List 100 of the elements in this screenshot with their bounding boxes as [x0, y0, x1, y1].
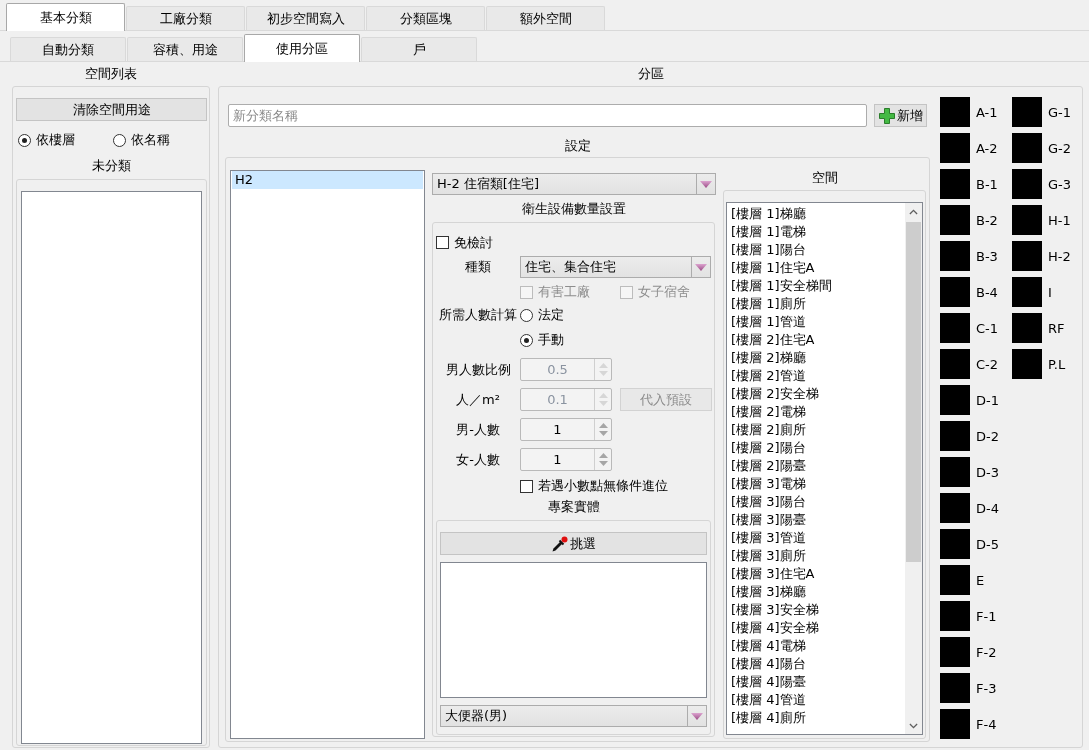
radio-button[interactable]	[18, 133, 31, 147]
radio-button[interactable]	[520, 333, 533, 347]
chevron-down-icon[interactable]	[909, 722, 918, 729]
caret-down-icon[interactable]	[700, 180, 712, 188]
field-label: 人／m²	[455, 390, 501, 409]
list-item[interactable]: [樓層 1]電梯	[728, 223, 904, 241]
spin-box[interactable]: 1	[520, 448, 612, 471]
tab[interactable]: 容積、用途	[127, 37, 243, 61]
add-button[interactable]: 新增	[874, 104, 927, 127]
eyedropper-icon[interactable]	[551, 535, 568, 552]
tab[interactable]: 使用分區	[244, 34, 360, 62]
tab[interactable]: 初步空間寫入	[246, 6, 365, 30]
field-label: 種類	[464, 258, 492, 276]
spin-box[interactable]: 1	[520, 418, 612, 441]
swatch-label: H-2	[1048, 248, 1071, 264]
swatch-label: E	[976, 572, 985, 588]
list-box[interactable]: H2	[230, 170, 425, 739]
swatch-label: C-1	[976, 320, 999, 336]
text-field[interactable]: 新分類名稱	[228, 104, 867, 127]
swatch-label: H-1	[1048, 212, 1071, 228]
plus-icon[interactable]	[878, 107, 895, 124]
list-item[interactable]: [樓層 1]陽台	[728, 241, 904, 259]
list-item[interactable]: [樓層 3]廁所	[728, 547, 904, 565]
checkbox-label: 免檢討	[454, 233, 493, 252]
caret-up-icon[interactable]	[598, 452, 608, 458]
tab[interactable]: 額外空間	[486, 6, 605, 30]
list-item[interactable]: [樓層 3]安全梯	[728, 601, 904, 619]
swatch-label: I	[1048, 284, 1052, 300]
list-item[interactable]: [樓層 4]電梯	[728, 637, 904, 655]
swatch-label: B-2	[976, 212, 998, 228]
list-item[interactable]: [樓層 2]住宅A	[728, 331, 904, 349]
list-title: 未分類	[91, 157, 132, 175]
radio-label: 依名稱	[131, 131, 170, 149]
list-item[interactable]: [樓層 3]陽台	[728, 493, 904, 511]
pick-button[interactable]: 挑選	[440, 532, 707, 555]
list-item[interactable]: [樓層 3]管道	[728, 529, 904, 547]
list-item[interactable]: H2	[232, 171, 423, 189]
list-item[interactable]: [樓層 2]安全梯	[728, 385, 904, 403]
field-label: 男-人數	[455, 420, 501, 439]
swatch-label: RF	[1048, 320, 1065, 336]
scrollbar-thumb[interactable]	[906, 222, 921, 562]
section-title: 衛生設備數量設置	[521, 200, 627, 218]
radio-button[interactable]	[520, 308, 533, 322]
swatch-label: F-2	[976, 644, 997, 660]
tab[interactable]: 工廠分類	[126, 6, 245, 30]
caret-up-icon[interactable]	[598, 422, 608, 428]
list-item[interactable]: [樓層 3]陽臺	[728, 511, 904, 529]
section-title: 專案實體	[546, 498, 601, 516]
list-item[interactable]: [樓層 2]陽臺	[728, 457, 904, 475]
swatch-label: A-1	[976, 104, 998, 120]
list-item[interactable]: [樓層 2]梯廳	[728, 349, 904, 367]
caret-down-icon[interactable]	[598, 431, 608, 437]
dropdown[interactable]: 大便器(男)	[440, 705, 707, 727]
field-label: 女-人數	[455, 450, 501, 469]
swatch-label: F-3	[976, 680, 997, 696]
swatch-label: G-2	[1048, 140, 1072, 156]
list-item[interactable]: [樓層 1]梯廳	[728, 205, 904, 223]
field-label: 所需人數計算	[438, 306, 518, 324]
clear-button[interactable]: 清除空間用途	[16, 98, 207, 121]
radio-label: 依樓層	[36, 131, 75, 149]
radio-label: 法定	[538, 306, 564, 324]
tab[interactable]: 分類區塊	[366, 6, 485, 30]
swatch-label: B-4	[976, 284, 998, 300]
swatch-label: D-3	[976, 464, 999, 480]
checkbox[interactable]	[436, 236, 449, 249]
list-item[interactable]: [樓層 2]電梯	[728, 403, 904, 421]
swatch-label: A-2	[976, 140, 998, 156]
swatch-label: D-5	[976, 536, 999, 552]
list-item[interactable]: [樓層 2]陽台	[728, 439, 904, 457]
tab[interactable]: 自動分類	[10, 37, 126, 61]
list-item[interactable]: [樓層 1]住宅A	[728, 259, 904, 277]
list-item[interactable]: [樓層 1]安全梯間	[728, 277, 904, 295]
list-item[interactable]: [樓層 4]廁所	[728, 709, 904, 727]
chevron-up-icon[interactable]	[909, 208, 918, 215]
list-item[interactable]: [樓層 3]電梯	[728, 475, 904, 493]
list-item[interactable]: [樓層 2]管道	[728, 367, 904, 385]
list-item[interactable]: [樓層 1]廁所	[728, 295, 904, 313]
swatch-label: C-2	[976, 356, 999, 372]
list-item[interactable]: [樓層 2]廁所	[728, 421, 904, 439]
swatch-label: D-2	[976, 428, 999, 444]
tab[interactable]: 戶	[361, 37, 477, 61]
list-item[interactable]: [樓層 1]管道	[728, 313, 904, 331]
caret-down-icon[interactable]	[598, 461, 608, 467]
caret-down-icon[interactable]	[695, 263, 707, 271]
radio-button[interactable]	[113, 133, 126, 147]
list-item[interactable]: [樓層 4]安全梯	[728, 619, 904, 637]
scrollbar[interactable]	[905, 203, 922, 734]
list-item[interactable]: [樓層 4]陽台	[728, 655, 904, 673]
dropdown[interactable]: 住宅、集合住宅	[520, 256, 711, 278]
list-item[interactable]: [樓層 4]陽臺	[728, 673, 904, 691]
swatch-label: G-1	[1048, 104, 1072, 120]
caret-down-icon[interactable]	[691, 712, 703, 720]
dropdown[interactable]: H-2 住宿類[住宅]	[432, 173, 716, 195]
swatch-label: G-3	[1048, 176, 1072, 192]
list-item[interactable]: [樓層 4]管道	[728, 691, 904, 709]
list-item[interactable]: [樓層 3]住宅A	[728, 565, 904, 583]
checkbox[interactable]	[520, 479, 533, 493]
tab[interactable]: 基本分類	[6, 3, 125, 31]
swatch-label: P.L	[1048, 356, 1066, 372]
list-item[interactable]: [樓層 3]梯廳	[728, 583, 904, 601]
